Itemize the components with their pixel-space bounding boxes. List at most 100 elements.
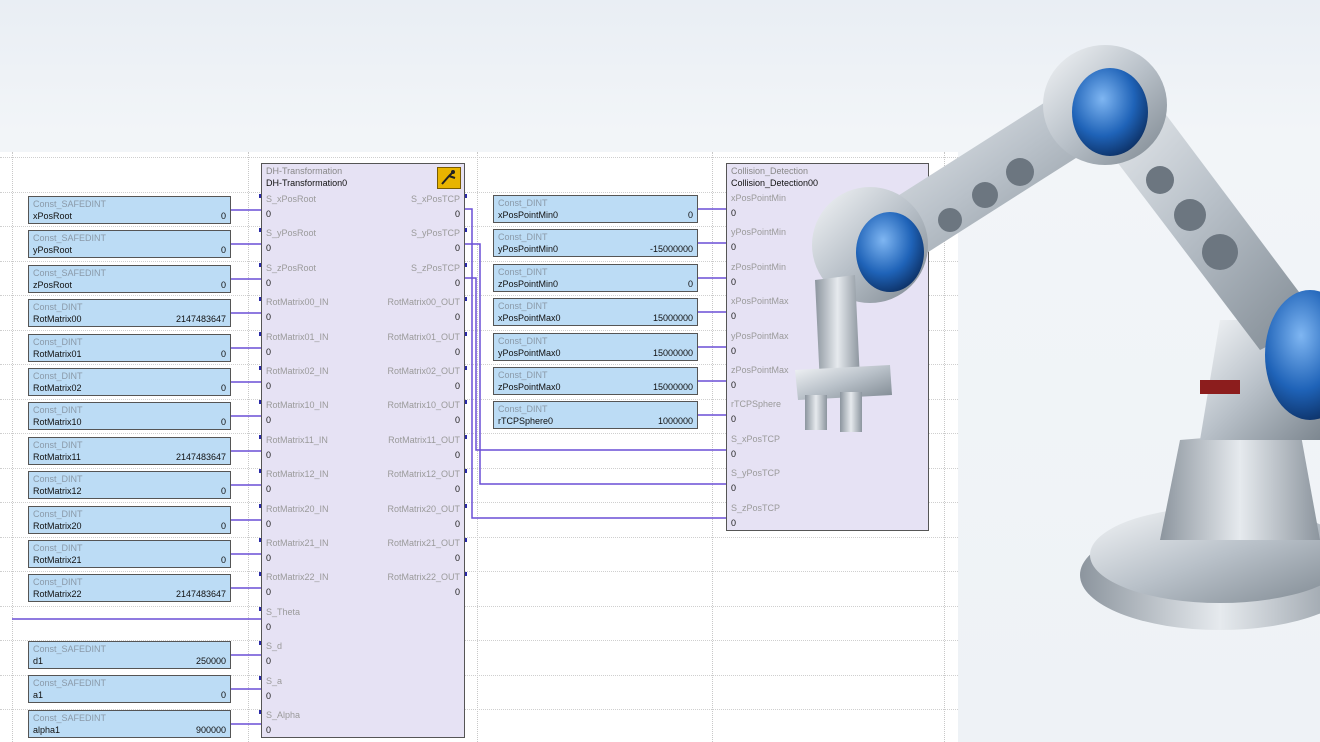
constant-value: 0 <box>220 417 226 428</box>
constant-value: 0 <box>220 520 226 531</box>
constant-type: Const_DINT <box>33 577 83 588</box>
dh-input-value: 0 <box>266 587 272 598</box>
dh-output-value: 0 <box>454 277 460 288</box>
dh-transformation-block[interactable]: DH-Transformation DH-Transformation0 S_x… <box>261 163 465 738</box>
dh-input-value: 0 <box>266 656 272 667</box>
constant-type: Const_DINT <box>33 371 83 381</box>
dh-input-pin: S_a <box>266 675 283 686</box>
function-block-icon <box>437 167 461 189</box>
dh-output-value: 0 <box>454 346 460 357</box>
constant-name: RotMatrix11 <box>33 451 81 462</box>
constant-box[interactable]: Const_SAFEDINT alpha1 900000 <box>28 709 231 738</box>
constant-name: alpha1 <box>33 724 61 735</box>
dh-output-value: 0 <box>454 312 460 323</box>
constant-box[interactable]: Const_SAFEDINT d1 250000 <box>28 641 231 669</box>
collision-input-pin: xPosPointMin <box>731 193 787 203</box>
constant-box[interactable]: Const_DINT zPosPointMin0 0 <box>493 263 698 292</box>
dh-output-value: 0 <box>454 484 460 495</box>
dh-output-value: 0 <box>454 518 460 529</box>
robot-arm-illustration <box>795 45 1320 630</box>
constant-value: 250000 <box>195 656 226 666</box>
constant-type: Const_SAFEDINT <box>33 267 107 278</box>
dh-input-pin: RotMatrix02_IN <box>266 366 329 376</box>
dh-output-value: 0 <box>454 415 460 426</box>
constant-type: Const_DINT <box>33 336 83 347</box>
constant-value: 0 <box>220 211 226 221</box>
constant-name: RotMatrix01 <box>33 348 82 359</box>
collision-input-value: 0 <box>731 483 737 494</box>
constant-value: -15000000 <box>649 244 693 255</box>
collision-input-value: 0 <box>731 517 737 528</box>
constant-type: Const_SAFEDINT <box>33 199 107 209</box>
constant-type: Const_DINT <box>33 405 83 416</box>
constant-box[interactable]: Const_DINT yPosPointMin0 -15000000 <box>493 229 698 258</box>
constant-name: a1 <box>33 690 44 701</box>
dh-input-pin: S_Theta <box>266 606 301 617</box>
constant-box[interactable]: Const_SAFEDINT zPosRoot 0 <box>28 264 231 293</box>
constant-box[interactable]: Const_DINT RotMatrix12 0 <box>28 471 231 500</box>
constant-name: zPosPointMax0 <box>498 382 561 392</box>
constant-box[interactable]: Const_DINT xPosPointMax0 15000000 <box>493 298 698 327</box>
constant-box[interactable]: Const_DINT zPosPointMax0 15000000 <box>493 367 698 395</box>
dh-input-value: 0 <box>266 346 272 357</box>
dh-block-instance: DH-Transformation0 <box>266 178 348 188</box>
constant-type: Const_DINT <box>33 439 83 450</box>
dh-output-pin: RotMatrix00_OUT <box>387 297 460 308</box>
constant-type: Const_DINT <box>33 474 83 485</box>
constant-name: xPosPointMin0 <box>498 210 559 220</box>
dh-input-value: 0 <box>266 209 272 219</box>
dh-input-pin: RotMatrix20_IN <box>266 503 329 514</box>
dh-input-pin: RotMatrix11_IN <box>266 434 328 445</box>
dh-input-pin: S_Alpha <box>266 710 301 720</box>
dh-input-value: 0 <box>266 449 272 460</box>
dh-input-pin: S_yPosRoot <box>266 228 317 239</box>
constant-box[interactable]: Const_DINT RotMatrix22 2147483647 <box>28 574 231 603</box>
collision-input-value: 0 <box>731 380 737 390</box>
constant-box[interactable]: Const_DINT RotMatrix20 0 <box>28 505 231 534</box>
constant-name: yPosPointMax0 <box>498 347 561 358</box>
constant-type: Const_DINT <box>498 335 548 346</box>
constant-box[interactable]: Const_DINT RotMatrix01 0 <box>28 333 231 362</box>
constant-value: 2147483647 <box>175 589 226 600</box>
constant-box[interactable]: Const_DINT xPosPointMin0 0 <box>493 195 698 223</box>
constant-name: yPosRoot <box>33 245 73 256</box>
collision-input-pin: yPosPointMin <box>731 227 787 238</box>
constant-value: 0 <box>687 210 693 220</box>
dh-output-pin: RotMatrix12_OUT <box>387 469 460 480</box>
collision-input-value: 0 <box>731 448 737 459</box>
constant-box[interactable]: Const_DINT RotMatrix11 2147483647 <box>28 436 231 465</box>
constant-value: 1000000 <box>657 416 693 427</box>
constant-box[interactable]: Const_DINT RotMatrix10 0 <box>28 402 231 431</box>
dh-input-value: 0 <box>266 690 272 701</box>
dh-input-value: 0 <box>266 484 272 495</box>
constant-box[interactable]: Const_DINT RotMatrix02 0 <box>28 368 231 396</box>
constant-box[interactable]: Const_DINT yPosPointMax0 15000000 <box>493 332 698 361</box>
collision-input-value: 0 <box>731 208 737 218</box>
constant-value: 0 <box>220 555 226 565</box>
dh-output-value: 0 <box>454 381 460 391</box>
dh-input-pin: RotMatrix21_IN <box>266 538 329 548</box>
constant-box[interactable]: Const_SAFEDINT yPosRoot 0 <box>28 230 231 259</box>
collision-input-value: 0 <box>731 242 737 253</box>
constant-type: Const_DINT <box>498 404 548 415</box>
constant-name: zPosPointMin0 <box>498 278 559 289</box>
dh-output-value: 0 <box>454 553 460 563</box>
constant-value: 0 <box>220 348 226 359</box>
constant-value: 2147483647 <box>175 314 226 325</box>
constant-box[interactable]: Const_DINT RotMatrix00 2147483647 <box>28 299 231 328</box>
constant-box[interactable]: Const_SAFEDINT a1 0 <box>28 675 231 704</box>
constant-value: 900000 <box>195 724 226 735</box>
dh-input-value: 0 <box>266 312 272 323</box>
constant-name: xPosRoot <box>33 211 73 221</box>
constant-box[interactable]: Const_DINT RotMatrix21 0 <box>28 540 231 568</box>
constant-box[interactable]: Const_DINT rTCPSphere0 1000000 <box>493 401 698 430</box>
constant-type: Const_DINT <box>498 232 548 243</box>
dh-input-value: 0 <box>266 621 272 632</box>
dh-input-value: 0 <box>266 381 272 391</box>
dh-output-pin: RotMatrix20_OUT <box>387 503 460 514</box>
constant-box[interactable]: Const_SAFEDINT xPosRoot 0 <box>28 196 231 224</box>
constant-name: rTCPSphere0 <box>498 416 554 427</box>
dh-input-pin: RotMatrix12_IN <box>266 469 329 480</box>
constant-type: Const_SAFEDINT <box>33 233 107 244</box>
dh-input-pin: RotMatrix22_IN <box>266 572 329 583</box>
